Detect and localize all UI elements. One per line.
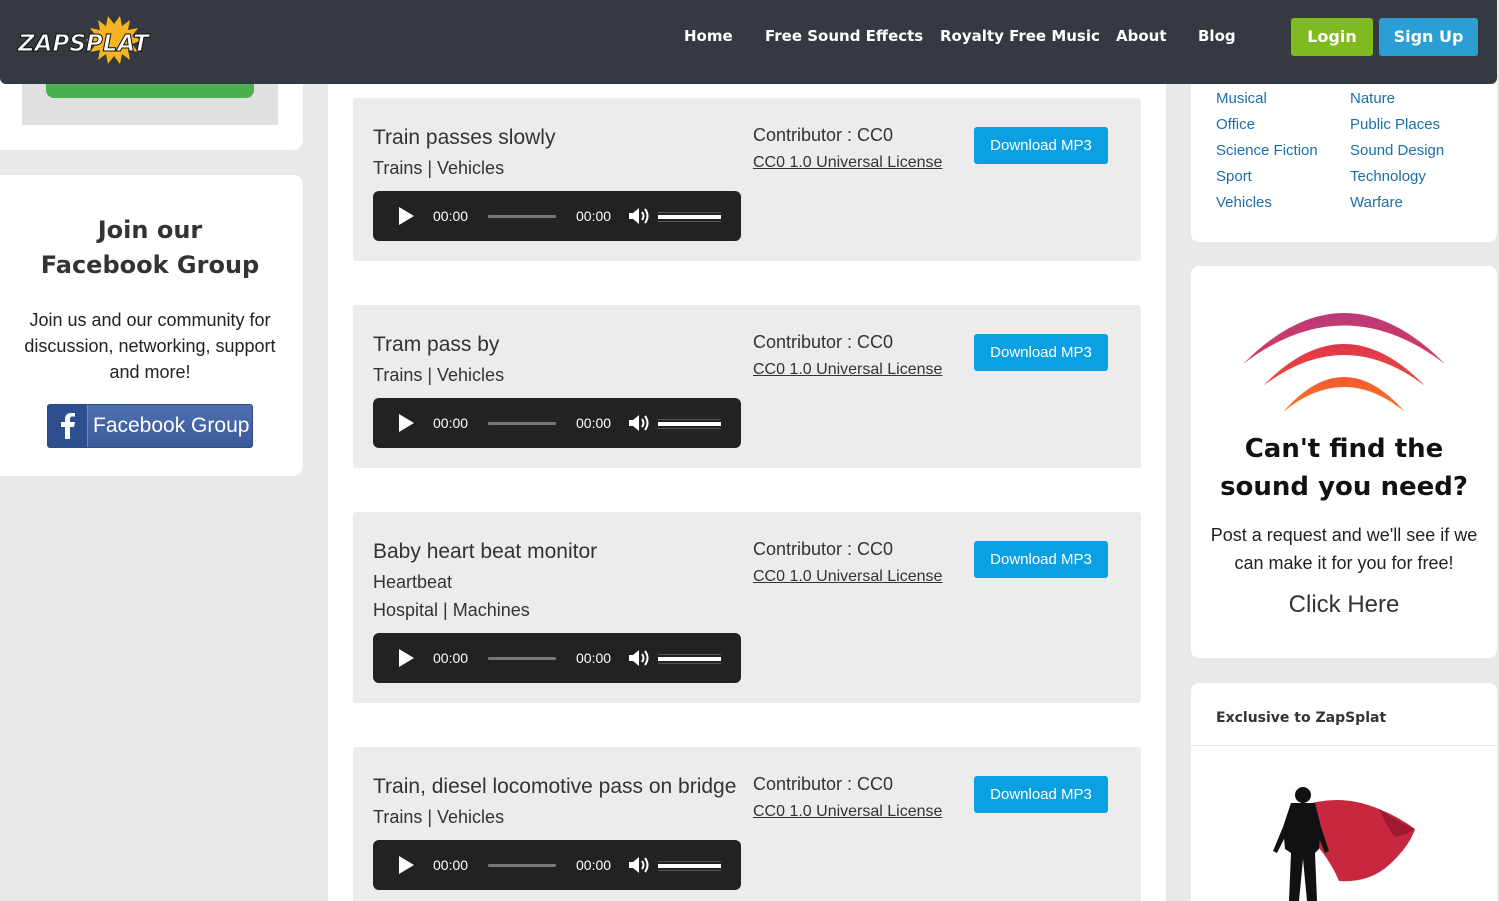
duration: 00:00 xyxy=(576,857,612,873)
nav-free-sound-effects[interactable]: Free Sound Effects xyxy=(765,27,923,45)
category-link[interactable]: Office xyxy=(1216,116,1255,133)
nav-about[interactable]: About xyxy=(1116,27,1167,45)
volume-slider[interactable] xyxy=(658,657,721,661)
nav-blog[interactable]: Blog xyxy=(1198,27,1236,45)
current-time: 00:00 xyxy=(433,415,469,431)
license-link[interactable]: CC0 1.0 Universal License xyxy=(753,361,942,379)
contributor-text: Contributor : CC0 xyxy=(753,774,894,794)
progress-slider[interactable] xyxy=(488,422,556,425)
facebook-card-title: Join our Facebook Group xyxy=(0,213,300,283)
contributor-text: Contributor : CC0 xyxy=(753,332,894,352)
download-mp3-button[interactable]: Download MP3 xyxy=(974,541,1108,578)
wifi-icon xyxy=(1243,313,1445,412)
play-icon[interactable] xyxy=(399,207,414,225)
sound-tags[interactable]: Heartbeat xyxy=(373,572,452,593)
audio-player: 00:00 00:00 xyxy=(373,840,741,890)
volume-icon[interactable] xyxy=(627,855,651,875)
signup-button[interactable]: Sign Up xyxy=(1379,18,1478,56)
duration: 00:00 xyxy=(576,650,612,666)
progress-slider[interactable] xyxy=(488,864,556,867)
request-title-line1: Can't find the xyxy=(1244,434,1444,464)
category-link[interactable]: Technology xyxy=(1350,168,1426,185)
zapsplat-logo[interactable]: ZAPSPLAT xyxy=(16,16,156,68)
request-title: Can't find the sound you need? xyxy=(1191,430,1497,506)
sound-title[interactable]: Train passes slowly xyxy=(373,126,555,150)
volume-icon[interactable] xyxy=(627,206,651,226)
sound-title[interactable]: Baby heart beat monitor xyxy=(373,540,597,564)
category-list-card: Musical Office Science Fiction Sport Vehicle… xyxy=(1191,70,1497,242)
request-text: Post a request and we'll see if we can m… xyxy=(1210,525,1478,573)
exclusive-card: Exclusive to ZapSplat xyxy=(1191,683,1497,901)
download-mp3-button[interactable]: Download MP3 xyxy=(974,127,1108,164)
contributor-text: Contributor : CC0 xyxy=(753,125,894,145)
sound-card: Baby heart beat monitor Heartbeat Hospital… xyxy=(353,512,1141,703)
sound-tags[interactable]: Trains | Vehicles xyxy=(373,365,504,386)
license-link[interactable]: CC0 1.0 Universal License xyxy=(753,803,942,821)
license-link[interactable]: CC0 1.0 Universal License xyxy=(753,568,942,586)
nav-royalty-free-music[interactable]: Royalty Free Music xyxy=(940,27,1100,45)
facebook-button-label: Facebook Group xyxy=(93,414,250,437)
facebook-icon xyxy=(48,405,88,447)
click-here-link[interactable]: Click Here xyxy=(1191,591,1497,619)
progress-slider[interactable] xyxy=(488,657,556,660)
volume-slider[interactable] xyxy=(658,422,721,426)
facebook-group-button[interactable]: Facebook Group xyxy=(47,404,253,448)
sound-tags[interactable]: Trains | Vehicles xyxy=(373,158,504,179)
volume-slider[interactable] xyxy=(658,215,721,219)
facebook-title-line2: Facebook Group xyxy=(40,251,260,279)
category-link[interactable]: Musical xyxy=(1216,90,1267,107)
sound-card: Train passes slowly Trains | Vehicles Cont… xyxy=(353,98,1141,261)
audio-player: 00:00 00:00 xyxy=(373,191,741,241)
download-mp3-button[interactable]: Download MP3 xyxy=(974,776,1108,813)
category-link[interactable]: Vehicles xyxy=(1216,194,1272,211)
site-header: ZAPSPLAT Home Free Sound Effects Royalty… xyxy=(0,0,1497,84)
svg-text:ZAPSPLAT: ZAPSPLAT xyxy=(17,31,151,57)
volume-icon[interactable] xyxy=(627,648,651,668)
divider xyxy=(1191,745,1497,746)
sound-card: Train, diesel locomotive pass on bridge T… xyxy=(353,747,1141,901)
current-time: 00:00 xyxy=(433,857,469,873)
current-time: 00:00 xyxy=(433,650,469,666)
facebook-card-text: Join us and our community for discussion… xyxy=(24,310,276,382)
duration: 00:00 xyxy=(576,415,612,431)
audio-player: 00:00 00:00 xyxy=(373,398,741,448)
exclusive-title: Exclusive to ZapSplat xyxy=(1216,710,1387,726)
play-icon[interactable] xyxy=(399,856,414,874)
volume-slider[interactable] xyxy=(658,864,721,868)
nav-home[interactable]: Home xyxy=(684,27,733,45)
play-icon[interactable] xyxy=(399,649,414,667)
facebook-title-line1: Join our xyxy=(97,216,203,244)
category-link[interactable]: Sound Design xyxy=(1350,142,1444,159)
sound-card: Tram pass by Trains | Vehicles Contributor… xyxy=(353,305,1141,468)
contributor-text: Contributor : CC0 xyxy=(753,539,894,559)
category-link[interactable]: Nature xyxy=(1350,90,1395,107)
category-link[interactable]: Sport xyxy=(1216,168,1252,185)
download-mp3-button[interactable]: Download MP3 xyxy=(974,334,1108,371)
sound-tags[interactable]: Hospital | Machines xyxy=(373,600,530,621)
play-icon[interactable] xyxy=(399,414,414,432)
category-link[interactable]: Public Places xyxy=(1350,116,1440,133)
category-link[interactable]: Science Fiction xyxy=(1216,142,1318,159)
volume-icon[interactable] xyxy=(627,413,651,433)
sound-title[interactable]: Tram pass by xyxy=(373,333,499,357)
facebook-group-card: Join our Facebook Group Join us and our … xyxy=(0,175,303,476)
request-card: Can't find the sound you need? Post a re… xyxy=(1191,266,1497,658)
duration: 00:00 xyxy=(576,208,612,224)
category-link[interactable]: Warfare xyxy=(1350,194,1403,211)
login-button[interactable]: Login xyxy=(1291,18,1373,56)
license-link[interactable]: CC0 1.0 Universal License xyxy=(753,154,942,172)
sound-tags[interactable]: Trains | Vehicles xyxy=(373,807,504,828)
progress-slider[interactable] xyxy=(488,215,556,218)
superhero-image xyxy=(1273,787,1415,901)
request-title-line2: sound you need? xyxy=(1220,472,1468,502)
audio-player: 00:00 00:00 xyxy=(373,633,741,683)
current-time: 00:00 xyxy=(433,208,469,224)
sound-title[interactable]: Train, diesel locomotive pass on bridge xyxy=(373,775,736,799)
